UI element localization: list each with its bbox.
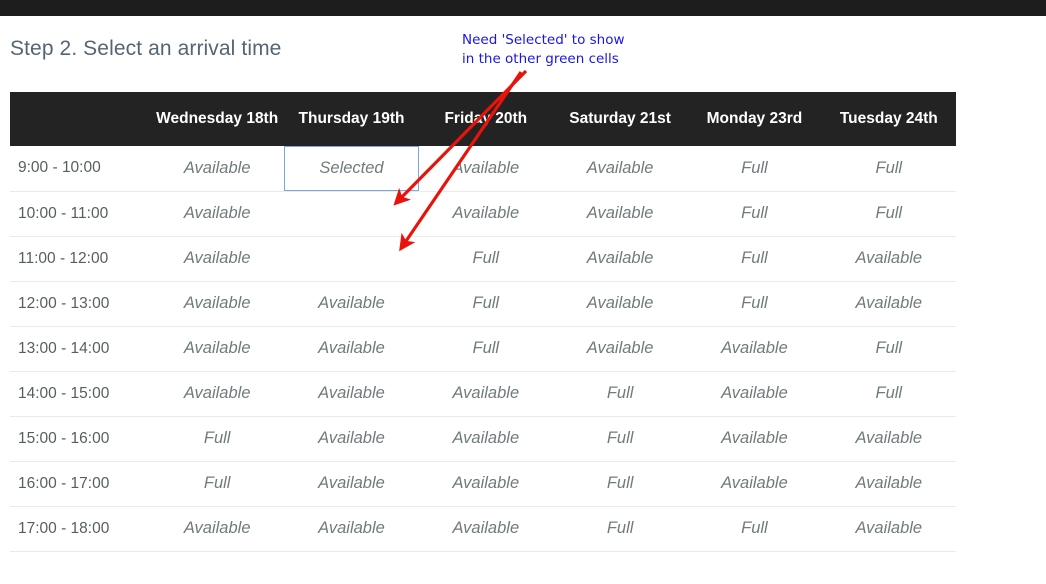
- slot-cell-available[interactable]: Available: [418, 146, 553, 192]
- slot-cell-available[interactable]: Available: [552, 236, 688, 282]
- slot-cell-available[interactable]: Available: [552, 326, 688, 372]
- browser-chrome-bar: [0, 0, 1046, 16]
- slot-cell-available[interactable]: Available: [687, 461, 822, 507]
- slot-cell-available[interactable]: Available: [150, 506, 285, 552]
- time-slot-label: 12:00 - 13:00: [10, 281, 151, 327]
- slot-cell-available[interactable]: Available: [150, 146, 285, 192]
- time-slot-label: 9:00 - 10:00: [10, 146, 151, 192]
- table-header-row: Wednesday 18th Thursday 19th Friday 20th Sa…: [10, 92, 956, 146]
- arrival-time-table: Wednesday 18th Thursday 19th Friday 20th Sa…: [10, 92, 956, 552]
- slot-cell-full[interactable]: Full: [552, 461, 688, 507]
- slot-cell-available[interactable]: Available: [284, 281, 419, 327]
- slot-cell-available[interactable]: Available: [284, 461, 419, 507]
- slot-cell-available[interactable]: Available: [418, 191, 553, 237]
- slot-cell-green[interactable]: [284, 191, 419, 237]
- slot-cell-full[interactable]: Full: [821, 191, 956, 237]
- annotation-note: Need 'Selected' to show in the other gre…: [462, 32, 625, 67]
- slot-cell-available[interactable]: Available: [284, 326, 419, 372]
- slot-cell-selected[interactable]: Selected: [284, 146, 419, 192]
- time-slot-label: 11:00 - 12:00: [10, 236, 151, 282]
- table-row: 9:00 - 10:00 Available Selected Available Av…: [10, 146, 956, 192]
- column-header-day: Thursday 19th: [284, 92, 419, 146]
- slot-cell-available[interactable]: Available: [150, 326, 285, 372]
- slot-cell-full[interactable]: Full: [687, 281, 822, 327]
- slot-cell-full[interactable]: Full: [150, 461, 285, 507]
- slot-cell-available[interactable]: Available: [418, 461, 553, 507]
- table-body: 9:00 - 10:00 Available Selected Available Av…: [10, 146, 956, 552]
- table-row: 14:00 - 15:00 Available Available Available…: [10, 371, 956, 417]
- slot-cell-available[interactable]: Available: [552, 281, 688, 327]
- time-slot-label: 10:00 - 11:00: [10, 191, 151, 237]
- slot-cell-available[interactable]: Available: [150, 281, 285, 327]
- slot-cell-available[interactable]: Available: [821, 236, 956, 282]
- column-header-day: Wednesday 18th: [150, 92, 285, 146]
- slot-cell-full[interactable]: Full: [687, 191, 822, 237]
- slot-cell-available[interactable]: Available: [687, 416, 822, 462]
- slot-cell-full[interactable]: Full: [552, 371, 688, 417]
- slot-cell-available[interactable]: Available: [821, 506, 956, 552]
- slot-cell-full[interactable]: Full: [150, 416, 285, 462]
- slot-cell-available[interactable]: Available: [418, 416, 553, 462]
- column-header-day: Friday 20th: [418, 92, 553, 146]
- time-slot-label: 15:00 - 16:00: [10, 416, 151, 462]
- slot-cell-full[interactable]: Full: [821, 146, 956, 192]
- slot-cell-green[interactable]: [284, 236, 419, 282]
- slot-cell-available[interactable]: Available: [284, 371, 419, 417]
- slot-cell-full[interactable]: Full: [418, 281, 553, 327]
- slot-cell-available[interactable]: Available: [150, 191, 285, 237]
- slot-cell-full[interactable]: Full: [418, 326, 553, 372]
- column-header-day: Saturday 21st: [552, 92, 688, 146]
- page-title: Step 2. Select an arrival time: [10, 37, 282, 60]
- slot-cell-available[interactable]: Available: [150, 236, 285, 282]
- slot-cell-full[interactable]: Full: [552, 506, 688, 552]
- slot-cell-available[interactable]: Available: [687, 326, 822, 372]
- slot-cell-full[interactable]: Full: [687, 146, 822, 192]
- column-header-day: Tuesday 24th: [821, 92, 956, 146]
- slot-cell-available[interactable]: Available: [552, 191, 688, 237]
- table-head: Wednesday 18th Thursday 19th Friday 20th Sa…: [10, 92, 956, 146]
- slot-cell-full[interactable]: Full: [552, 416, 688, 462]
- slot-cell-available[interactable]: Available: [418, 371, 553, 417]
- slot-cell-full[interactable]: Full: [687, 236, 822, 282]
- table-row: 10:00 - 11:00 Available Available Available…: [10, 191, 956, 237]
- slot-cell-full[interactable]: Full: [687, 506, 822, 552]
- time-slot-label: 14:00 - 15:00: [10, 371, 151, 417]
- table-corner-header: [10, 92, 151, 146]
- table-row: 12:00 - 13:00 Available Available Full Avail…: [10, 281, 956, 327]
- time-slot-label: 17:00 - 18:00: [10, 506, 151, 552]
- time-slot-label: 16:00 - 17:00: [10, 461, 151, 507]
- table-row: 11:00 - 12:00 Available Full Available Full A…: [10, 236, 956, 282]
- column-header-day: Monday 23rd: [687, 92, 822, 146]
- slot-cell-available[interactable]: Available: [821, 416, 956, 462]
- booking-page: Step 2. Select an arrival time Need 'Sel…: [0, 0, 1046, 584]
- time-slot-label: 13:00 - 14:00: [10, 326, 151, 372]
- slot-cell-full[interactable]: Full: [821, 371, 956, 417]
- slot-cell-available[interactable]: Available: [418, 506, 553, 552]
- table-row: 17:00 - 18:00 Available Available Available…: [10, 506, 956, 552]
- slot-cell-available[interactable]: Available: [687, 371, 822, 417]
- slot-cell-available[interactable]: Available: [821, 461, 956, 507]
- slot-cell-full[interactable]: Full: [418, 236, 553, 282]
- slot-cell-available[interactable]: Available: [284, 506, 419, 552]
- slot-cell-available[interactable]: Available: [552, 146, 688, 192]
- slot-cell-available[interactable]: Available: [821, 281, 956, 327]
- table-row: 15:00 - 16:00 Full Available Available Full A…: [10, 416, 956, 462]
- arrival-time-table-container: Wednesday 18th Thursday 19th Friday 20th Sa…: [10, 92, 956, 552]
- slot-cell-full[interactable]: Full: [821, 326, 956, 372]
- slot-cell-available[interactable]: Available: [150, 371, 285, 417]
- table-row: 16:00 - 17:00 Full Available Available Full A…: [10, 461, 956, 507]
- slot-cell-available[interactable]: Available: [284, 416, 419, 462]
- table-row: 13:00 - 14:00 Available Available Full Avail…: [10, 326, 956, 372]
